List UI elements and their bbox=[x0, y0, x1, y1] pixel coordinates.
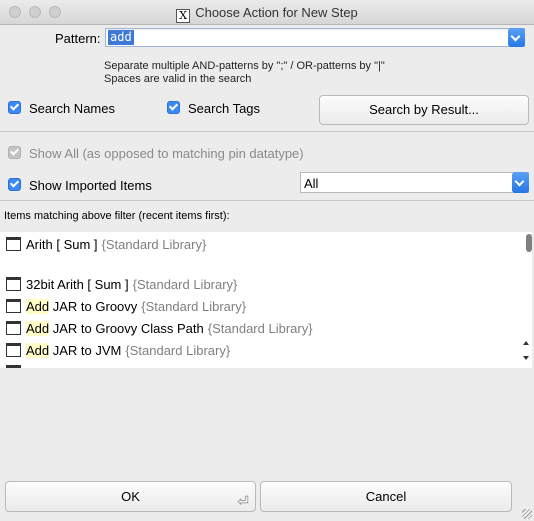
item-match-highlight: Add bbox=[26, 321, 50, 336]
scope-select-value: All bbox=[304, 176, 319, 191]
x-window-icon: X bbox=[176, 9, 191, 23]
divider bbox=[0, 200, 534, 201]
pattern-combobox[interactable]: add bbox=[105, 28, 525, 47]
search-tags-label[interactable]: Search Tags bbox=[188, 101, 260, 116]
show-imported-checkbox[interactable] bbox=[8, 178, 21, 191]
checkmark-icon bbox=[9, 146, 20, 156]
checkmark-icon bbox=[168, 101, 179, 111]
item-name: JAR to Groovy Class Path bbox=[49, 321, 204, 336]
scrollbar-thumb[interactable] bbox=[526, 234, 532, 252]
item-name: JAR to Groovy bbox=[49, 299, 138, 314]
pattern-help-line1: Separate multiple AND-patterns by ";" / … bbox=[104, 60, 385, 72]
return-key-icon: ⏎ bbox=[237, 493, 249, 509]
scope-select[interactable]: All bbox=[300, 172, 529, 193]
action-icon bbox=[6, 277, 21, 291]
show-all-checkbox bbox=[8, 146, 21, 159]
item-library: {Standard Library} bbox=[101, 237, 207, 252]
scroll-down-icon[interactable] bbox=[523, 356, 529, 360]
item-library: {Standard Library} bbox=[132, 277, 238, 292]
chevron-down-icon bbox=[510, 31, 521, 42]
action-icon bbox=[6, 321, 21, 335]
scope-dropdown-button[interactable] bbox=[512, 172, 529, 193]
search-by-result-button[interactable]: Search by Result... bbox=[319, 95, 529, 125]
item-name: JAR to JVM bbox=[49, 343, 122, 358]
pattern-input[interactable]: add bbox=[108, 30, 134, 45]
pattern-label: Pattern: bbox=[55, 31, 101, 46]
show-all-label: Show All (as opposed to matching pin dat… bbox=[29, 146, 304, 161]
results-header: Items matching above filter (recent item… bbox=[4, 210, 230, 222]
title-bar: X Choose Action for New Step bbox=[0, 0, 534, 25]
ok-button[interactable]: OK ⏎ bbox=[5, 481, 256, 512]
window-title-group: X Choose Action for New Step bbox=[0, 5, 534, 23]
checkmark-icon bbox=[9, 178, 20, 188]
checkmark-icon bbox=[9, 101, 20, 111]
search-tags-checkbox[interactable] bbox=[167, 101, 180, 114]
search-names-checkbox[interactable] bbox=[8, 101, 21, 114]
item-library: {Standard Library} bbox=[125, 343, 231, 358]
action-icon bbox=[6, 343, 21, 357]
pattern-help-line2: Spaces are valid in the search bbox=[104, 73, 252, 85]
resize-grip-icon[interactable] bbox=[522, 509, 532, 519]
list-item[interactable]: Add JAR to JVM {Standard Library} bbox=[6, 343, 230, 361]
list-item[interactable]: Add JAR to Groovy Class Path {Standard Li… bbox=[6, 321, 313, 339]
cancel-button[interactable]: Cancel bbox=[260, 481, 512, 512]
item-name: 32bit Arith [ Sum ] bbox=[26, 277, 129, 292]
item-library: {Standard Library} bbox=[141, 299, 247, 314]
window-title: Choose Action for New Step bbox=[195, 5, 358, 20]
action-icon bbox=[6, 365, 21, 368]
divider bbox=[0, 131, 534, 132]
list-item-partial[interactable] bbox=[6, 365, 26, 368]
ok-button-label: OK bbox=[121, 489, 140, 504]
list-item[interactable]: 32bit Arith [ Sum ] {Standard Library} bbox=[6, 277, 237, 295]
list-item[interactable]: Add JAR to Groovy {Standard Library} bbox=[6, 299, 246, 317]
action-icon bbox=[6, 237, 21, 251]
results-list[interactable]: Arith [ Sum ] {Standard Library} 32bit Ar… bbox=[0, 232, 532, 368]
list-item[interactable]: Arith [ Sum ] {Standard Library} bbox=[6, 237, 206, 255]
item-library: {Standard Library} bbox=[207, 321, 313, 336]
item-match-highlight: Add bbox=[26, 299, 50, 314]
show-imported-label[interactable]: Show Imported Items bbox=[29, 178, 152, 193]
pattern-dropdown-button[interactable] bbox=[508, 28, 525, 47]
item-name: Arith [ Sum ] bbox=[26, 237, 98, 252]
search-names-label[interactable]: Search Names bbox=[29, 101, 115, 116]
scroll-up-icon[interactable] bbox=[523, 341, 529, 345]
chevron-down-icon bbox=[514, 176, 525, 187]
action-icon bbox=[6, 299, 21, 313]
item-match-highlight: Add bbox=[26, 343, 50, 358]
